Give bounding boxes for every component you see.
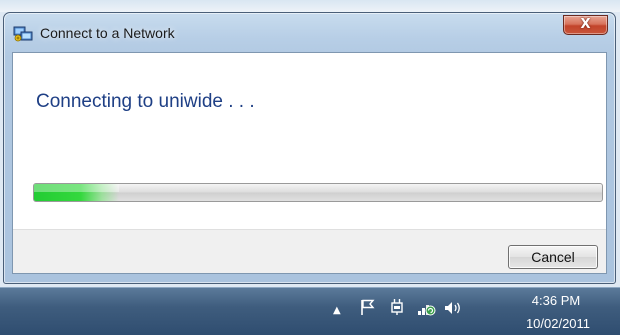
connection-progress-bar bbox=[33, 183, 603, 202]
network-status-icon[interactable] bbox=[416, 299, 436, 317]
window-title: Connect to a Network bbox=[40, 25, 175, 41]
volume-speaker-icon[interactable] bbox=[443, 299, 463, 317]
show-hidden-icons-arrow-icon[interactable]: ▲ bbox=[333, 305, 341, 316]
network-connect-icon bbox=[13, 25, 33, 43]
close-button[interactable]: X bbox=[563, 15, 608, 35]
action-center-flag-icon[interactable] bbox=[360, 298, 376, 316]
connect-dialog: Connect to a Network X Connecting to uni… bbox=[3, 12, 616, 284]
power-plug-icon[interactable] bbox=[389, 298, 405, 316]
progress-bar-fill bbox=[34, 184, 120, 201]
clock-time[interactable]: 4:36 PM bbox=[516, 293, 596, 308]
dialog-footer: Cancel bbox=[13, 229, 606, 273]
clock-date[interactable]: 10/02/2011 bbox=[510, 316, 606, 331]
taskbar: ▲ 4:36 PM 10/02/2011 bbox=[0, 287, 620, 335]
title-bar[interactable]: Connect to a Network X bbox=[4, 13, 615, 53]
desktop-background bbox=[0, 0, 620, 12]
dialog-content: Connecting to uniwide . . . Cancel bbox=[12, 52, 607, 274]
cancel-button[interactable]: Cancel bbox=[508, 245, 598, 269]
connecting-status-text: Connecting to uniwide . . . bbox=[36, 91, 255, 112]
